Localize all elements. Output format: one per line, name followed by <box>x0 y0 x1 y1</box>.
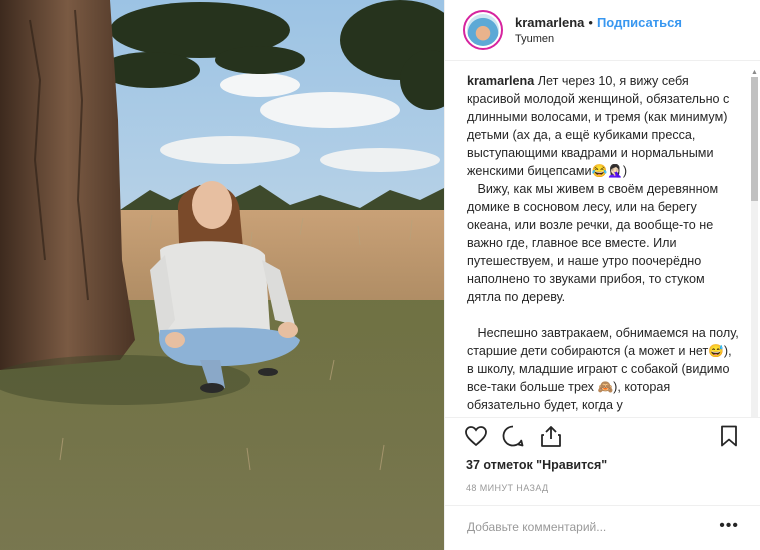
bookmark-icon <box>721 425 737 447</box>
follow-button[interactable]: Подписаться <box>597 15 682 30</box>
post-photo[interactable] <box>0 0 444 550</box>
scroll-up-arrow-icon[interactable]: ▲ <box>751 69 758 77</box>
comment-button[interactable] <box>501 424 527 450</box>
post-header: kramarlena • Подписаться Tyumen <box>445 0 760 61</box>
caption-text: Лет через 10, я вижу себя красивой молод… <box>467 74 739 412</box>
heart-icon <box>465 426 487 447</box>
scrollbar-thumb[interactable] <box>751 77 758 201</box>
caption: kramarlena Лет через 10, я вижу себя кра… <box>445 61 760 414</box>
scrollbar-track[interactable] <box>751 77 758 417</box>
header-top-row: kramarlena • Подписаться <box>515 14 682 31</box>
likes-count[interactable]: 37 отметок "Нравится" <box>466 458 607 472</box>
more-options-icon[interactable]: ••• <box>719 517 739 535</box>
separator-dot: • <box>588 14 593 30</box>
comment-input[interactable] <box>465 519 709 535</box>
username-link[interactable]: kramarlena <box>515 15 584 30</box>
post-sidebar: kramarlena • Подписаться Tyumen kramarlena… <box>444 0 760 550</box>
action-bar <box>464 424 744 454</box>
comment-box: ••• <box>445 505 760 550</box>
header-text: kramarlena • Подписаться Tyumen <box>515 14 682 47</box>
location-link[interactable]: Tyumen <box>515 32 682 47</box>
share-icon <box>541 426 561 447</box>
save-button[interactable] <box>717 424 743 450</box>
like-button[interactable] <box>464 424 490 450</box>
avatar[interactable] <box>463 10 503 50</box>
caption-username[interactable]: kramarlena <box>467 74 534 88</box>
photo-image <box>0 0 444 550</box>
comment-icon <box>502 425 524 447</box>
share-button[interactable] <box>539 424 565 450</box>
avatar-image <box>467 14 499 46</box>
caption-scroll-area[interactable]: kramarlena Лет через 10, я вижу себя кра… <box>445 61 760 418</box>
post-timestamp[interactable]: 48 МИНУТ НАЗАД <box>466 483 549 493</box>
post-modal: kramarlena • Подписаться Tyumen kramarlena… <box>0 0 760 550</box>
